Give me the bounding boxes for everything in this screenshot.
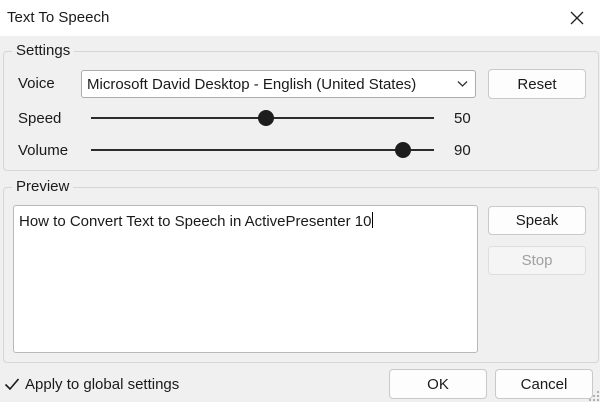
- volume-value: 90: [454, 142, 471, 159]
- reset-button[interactable]: Reset: [488, 69, 586, 99]
- settings-legend: Settings: [12, 42, 75, 60]
- voice-select[interactable]: Microsoft David Desktop - English (Unite…: [81, 70, 476, 98]
- volume-slider[interactable]: [91, 149, 434, 151]
- apply-global-checkbox[interactable]: [3, 375, 20, 392]
- speak-button-label: Speak: [515, 212, 559, 229]
- chevron-down-icon: [457, 81, 468, 87]
- speed-value: 50: [454, 110, 471, 127]
- speed-slider-thumb[interactable]: [257, 110, 274, 126]
- ok-button-label: OK: [427, 375, 449, 393]
- voice-label: Voice: [18, 75, 55, 92]
- ok-button[interactable]: OK: [389, 369, 487, 399]
- cancel-button-label: Cancel: [520, 375, 568, 393]
- stop-button[interactable]: Stop: [488, 246, 586, 275]
- title-bar: Text To Speech: [0, 0, 600, 36]
- close-button[interactable]: [554, 0, 600, 36]
- preview-textarea[interactable]: How to Convert Text to Speech in ActiveP…: [13, 205, 478, 353]
- reset-button-label: Reset: [517, 75, 557, 93]
- cancel-button[interactable]: Cancel: [495, 369, 593, 399]
- resize-grip-icon[interactable]: [588, 390, 600, 402]
- stop-button-label: Stop: [521, 252, 553, 269]
- window-title: Text To Speech: [7, 9, 110, 26]
- preview-legend: Preview: [12, 178, 74, 196]
- apply-global-label[interactable]: Apply to global settings: [25, 376, 179, 393]
- checkmark-icon: [4, 377, 19, 390]
- speed-label: Speed: [18, 110, 62, 127]
- text-caret: [372, 212, 374, 228]
- voice-select-value: Microsoft David Desktop - English (Unite…: [87, 76, 417, 93]
- volume-label: Volume: [18, 142, 69, 159]
- speak-button[interactable]: Speak: [488, 206, 586, 235]
- volume-slider-thumb[interactable]: [394, 142, 411, 158]
- close-icon: [570, 11, 584, 25]
- preview-text: How to Convert Text to Speech in ActiveP…: [19, 213, 372, 230]
